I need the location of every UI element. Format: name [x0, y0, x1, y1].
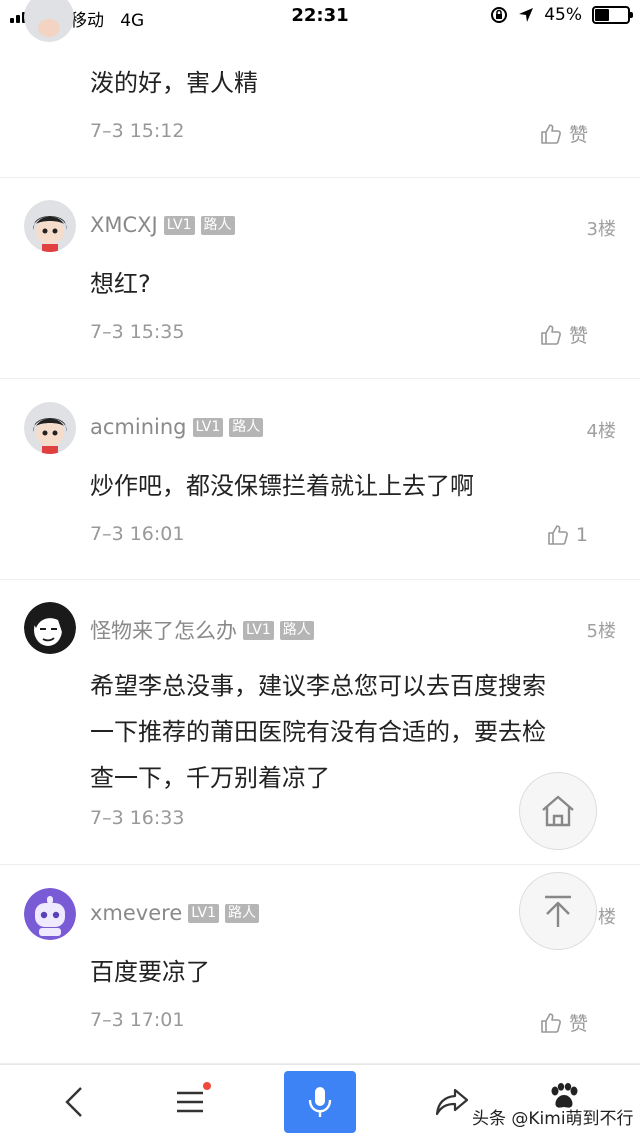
comment-time: 7–3 15:12	[90, 120, 185, 142]
role-badge: 路人	[200, 215, 235, 235]
like-count: 1	[575, 524, 588, 546]
floor-number: 5楼	[586, 621, 616, 642]
share-arrow-icon	[435, 1088, 469, 1116]
comment-time: 7–3 15:35	[90, 321, 185, 343]
avatar[interactable]	[24, 402, 76, 454]
avatar[interactable]	[24, 602, 76, 654]
username-row: XMCXJ LV1 路人	[90, 213, 235, 237]
like-label: 赞	[568, 325, 588, 347]
floor-number: 3楼	[586, 219, 616, 240]
username[interactable]: 怪物来了怎么办	[90, 615, 237, 645]
comment-text: 百度要凉了	[90, 958, 210, 986]
comment-time: 7–3 16:01	[90, 523, 185, 545]
level-badge: LV1	[192, 417, 224, 437]
floor-number: 楼	[598, 907, 616, 928]
comment-text: 炒作吧，都没保镖拦着就让上去了啊	[90, 472, 474, 500]
comment-text-line: 一下推荐的莆田医院有没有合适的，要去检	[90, 718, 546, 746]
avatar[interactable]	[24, 0, 74, 42]
like-button[interactable]: 赞	[539, 321, 588, 348]
username-row: acmining LV1 路人	[90, 415, 264, 439]
comment-time: 7–3 16:33	[90, 807, 185, 829]
floor-number: 4楼	[586, 421, 616, 442]
back-to-top-button[interactable]	[519, 872, 597, 950]
level-badge: LV1	[163, 215, 195, 235]
thumbs-up-icon	[541, 123, 561, 144]
microphone-icon	[308, 1087, 332, 1117]
like-button[interactable]: 赞	[539, 1009, 588, 1036]
comment-text: 泼的好，害人精	[90, 69, 258, 97]
home-button[interactable]	[519, 772, 597, 850]
thumbs-up-icon	[548, 525, 568, 545]
role-badge: 路人	[229, 417, 264, 437]
username[interactable]: xmevere	[90, 901, 182, 925]
chevron-left-icon	[65, 1087, 82, 1117]
comment-item: XMCXJ LV1 路人 3楼 想红? 7–3 15:35 赞	[0, 179, 640, 379]
role-badge: 路人	[225, 903, 259, 923]
like-label: 赞	[568, 124, 588, 146]
username[interactable]: acmining	[90, 415, 187, 439]
voice-input-button[interactable]	[284, 1071, 356, 1133]
home-icon	[542, 795, 574, 827]
level-badge: LV1	[243, 620, 274, 640]
arrow-up-icon	[545, 895, 571, 927]
role-badge: 路人	[279, 620, 314, 640]
back-button[interactable]	[44, 1065, 104, 1138]
thumbs-up-icon	[541, 1012, 561, 1033]
like-button[interactable]: 赞	[539, 120, 588, 147]
menu-icon	[177, 1091, 203, 1113]
comment-item: 泼的好，害人精 7–3 15:12 赞	[0, 0, 640, 178]
comment-item: acmining LV1 路人 4楼 炒作吧，都没保镖拦着就让上去了啊 7–3 …	[0, 380, 640, 580]
like-button[interactable]: 1	[546, 523, 588, 547]
watermark: 头条 @Kimi萌到不行	[472, 1109, 634, 1129]
username-row: 怪物来了怎么办 LV1 路人	[90, 615, 314, 645]
level-badge: LV1	[188, 903, 219, 923]
menu-button[interactable]	[160, 1065, 220, 1138]
avatar[interactable]	[24, 200, 76, 252]
avatar[interactable]	[24, 888, 76, 940]
username-row: xmevere LV1 路人	[90, 901, 259, 925]
comment-time: 7–3 17:01	[90, 1009, 185, 1031]
username[interactable]: XMCXJ	[90, 213, 158, 237]
comment-text-line: 希望李总没事，建议李总您可以去百度搜索	[90, 672, 546, 700]
thumbs-up-icon	[541, 324, 561, 345]
like-label: 赞	[568, 1013, 588, 1035]
comment-text: 想红?	[90, 270, 151, 298]
notification-dot	[203, 1082, 211, 1090]
